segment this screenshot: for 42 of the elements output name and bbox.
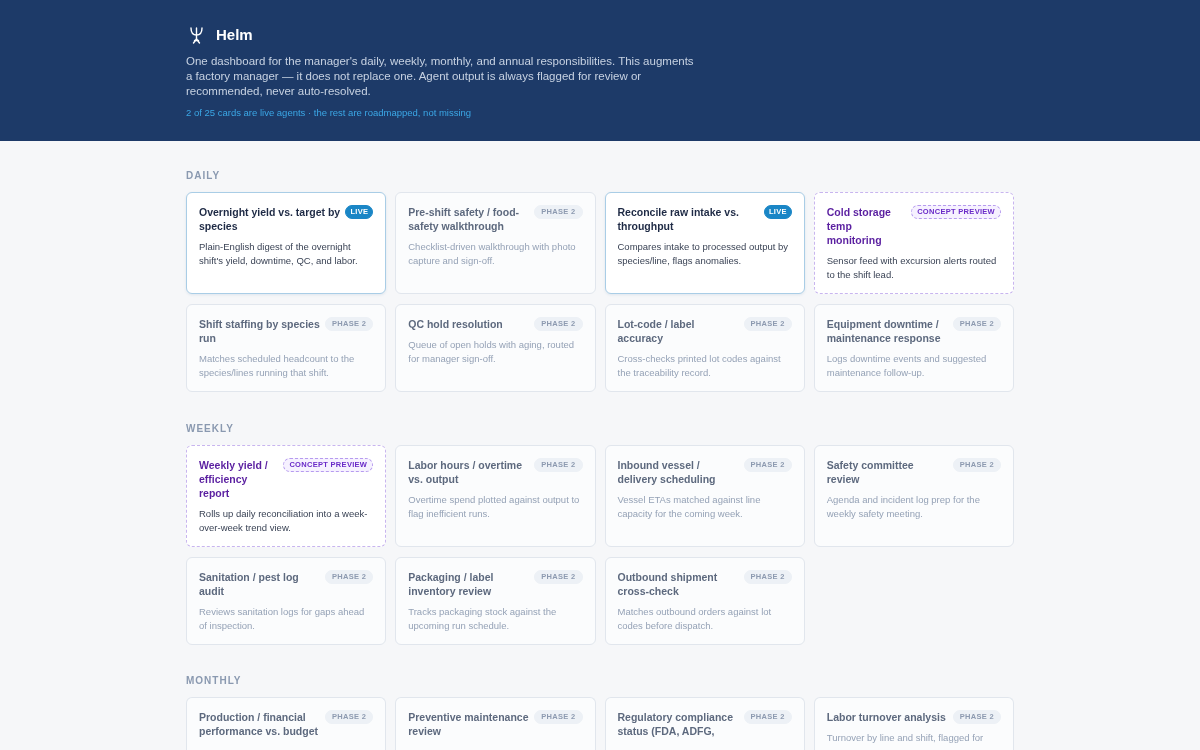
section-heading: MONTHLY: [186, 675, 242, 687]
card-title: Reconcile raw intake vs. throughput: [617, 205, 740, 233]
section-heading: WEEKLY: [186, 423, 234, 435]
card-title: Labor hours / overtime vs. output: [408, 458, 524, 486]
card-title: Labor turnover analysis: [826, 710, 946, 724]
card-description: Reviews sanitation logs for gaps ahead of inspection.: [199, 605, 366, 633]
card-description: Plain-English digest of the overnight shift's yield, downtime, QC, and labor.: [199, 240, 359, 268]
card-title: Regulatory compliance status (FDA, ADFG,: [617, 710, 735, 738]
card-description: Compares intake to processed output by species/line, flags anomalies.: [617, 240, 790, 268]
card-description: Matches scheduled headcount to the species/lines running that shift.: [199, 352, 356, 380]
app-description: One dashboard for the manager's daily, weekly, monthly, and annual responsibilities. This augments a factory manager — it does not replace one. Agent output is always flagged for review or recommended, never auto-resolved.: [186, 54, 695, 99]
card-description: Checklist-driven walkthrough with photo capture and sign-off.: [408, 240, 577, 268]
card-title: Inbound vessel / delivery scheduling: [617, 458, 717, 486]
card-description: Logs downtime events and suggested maintenance follow-up.: [826, 352, 988, 380]
card-title: Packaging / label inventory review: [408, 570, 495, 598]
card-title: Safety committee review: [826, 458, 915, 486]
card-title: Outbound shipment cross-check: [617, 570, 719, 598]
card-description: Matches outbound orders against lot codes before dispatch.: [617, 605, 773, 633]
card-description: Sensor feed with excursion alerts routed to the shift lead.: [826, 254, 998, 282]
card-title: Overnight yield vs. target by species: [199, 205, 342, 233]
card-title: Pre-shift safety / food-safety walkthrough: [408, 205, 521, 233]
card-title: Sanitation / pest log audit: [199, 570, 300, 598]
section-heading: DAILY: [186, 170, 221, 182]
card-title: Shift staffing by species run: [199, 317, 321, 345]
card-description: Turnover by line and shift, flagged for: [826, 731, 985, 745]
card-description: Overtime spend plotted against output to flag inefficient runs.: [408, 493, 581, 521]
card-title: Production / financial performance vs. budget: [199, 710, 320, 738]
card-title: Equipment downtime / maintenance response: [826, 317, 942, 345]
card-title: QC hold resolution: [408, 317, 503, 331]
card-description: Vessel ETAs matched against line capacity for the coming week.: [617, 493, 762, 521]
live-agents-summary: 2 of 25 cards are live agents · the rest are roadmapped, not missing: [186, 106, 472, 119]
card-title: Cold storage temp monitoring: [826, 205, 892, 247]
card-description: Queue of open holds with aging, routed for manager sign-off.: [408, 338, 576, 366]
card-title: Lot-code / label accuracy: [617, 317, 696, 345]
app-title: Helm: [216, 25, 253, 45]
card-title: Preventive maintenance review: [408, 710, 530, 738]
card-description: Tracks packaging stock against the upcoming run schedule.: [408, 605, 558, 633]
card-title: Weekly yield / efficiency report: [199, 458, 269, 500]
card-description: Agenda and incident log prep for the weekly safety meeting.: [826, 493, 981, 521]
card-description: Cross-checks printed lot codes against the traceability record.: [617, 352, 782, 380]
trident-icon: [190, 26, 203, 44]
card-description: Rolls up daily reconciliation into a week-over-week trend view.: [199, 507, 369, 535]
